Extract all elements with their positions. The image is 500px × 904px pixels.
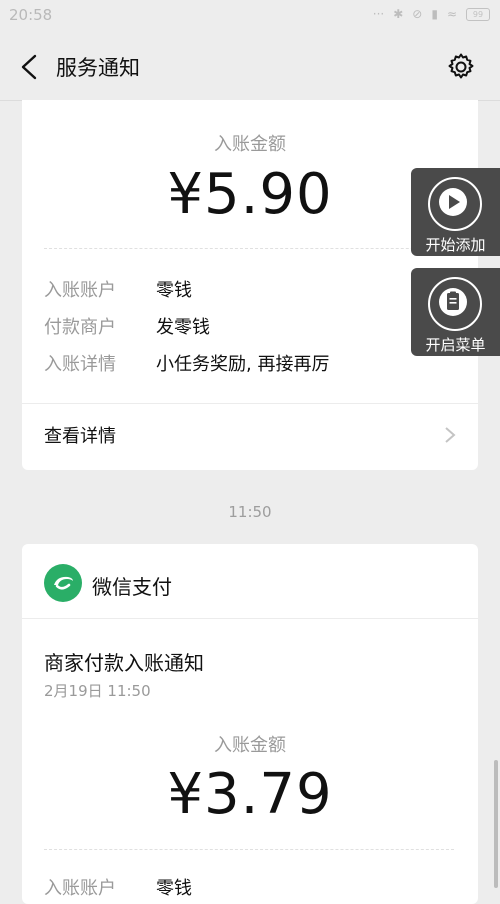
amount-label: 入账金额	[214, 134, 286, 155]
payment-card-1: 入账金额 ¥5.90 入账账户 零钱 付款商户 发零钱 入账详情 小任务奖励, 再接再…	[22, 100, 478, 470]
row-key: 入账账户	[44, 280, 116, 301]
amount-label: 入账金额	[214, 735, 286, 756]
nav-bar: 服务通知	[0, 34, 500, 101]
row-key: 入账账户	[44, 878, 116, 899]
amount-value: ¥3.79	[167, 762, 333, 827]
chevron-right-icon	[445, 427, 456, 443]
wechat-pay-icon	[44, 564, 82, 602]
settings-button[interactable]	[446, 52, 476, 82]
status-time: 20:58	[9, 6, 53, 24]
notification-title: 商家付款入账通知	[44, 651, 204, 675]
open-menu-label: 开启菜单	[425, 336, 486, 354]
info-row-merchant: 付款商户 发零钱	[44, 313, 210, 339]
status-icons: ··· ✱ ⊘ ▮ ≈ 99	[373, 7, 490, 21]
row-value: 零钱	[156, 878, 192, 899]
signal-icon: ▮	[431, 7, 438, 21]
start-add-label: 开始添加	[425, 236, 486, 254]
wifi-icon: ≈	[446, 7, 457, 21]
row-value: 零钱	[156, 280, 192, 301]
payment-card-2[interactable]: 微信支付 商家付款入账通知 2月19日 11:50 入账金额 ¥3.79 入账账…	[22, 544, 478, 904]
play-icon	[428, 177, 482, 231]
scrollbar[interactable]	[494, 760, 498, 888]
back-button[interactable]	[18, 54, 42, 80]
message-timestamp: 11:50	[228, 503, 272, 521]
notification-date: 2月19日 11:50	[44, 682, 151, 700]
divider	[22, 618, 478, 619]
dots-icon: ···	[372, 7, 385, 21]
pay-service-name: 微信支付	[92, 575, 172, 599]
row-key: 入账详情	[44, 354, 116, 375]
open-menu-button[interactable]: 开启菜单	[411, 268, 500, 356]
clipboard-icon	[428, 277, 482, 331]
dashed-divider	[44, 248, 454, 249]
info-row-account: 入账账户 零钱	[44, 874, 192, 900]
info-row-detail: 入账详情 小任务奖励, 再接再厉	[44, 350, 329, 376]
battery-icon: 99	[466, 7, 490, 21]
status-bar: 20:58 ··· ✱ ⊘ ▮ ≈ 99	[0, 0, 500, 34]
row-value: 小任务奖励, 再接再厉	[156, 354, 330, 375]
bluetooth-icon: ✱	[393, 7, 404, 21]
row-key: 付款商户	[44, 317, 116, 338]
amount-value: ¥5.90	[167, 162, 333, 227]
mute-icon: ⊘	[412, 7, 423, 21]
view-details-link[interactable]: 查看详情	[22, 404, 478, 470]
dashed-divider	[44, 849, 454, 850]
page-title: 服务通知	[56, 56, 140, 80]
info-row-account: 入账账户 零钱	[44, 276, 192, 302]
start-add-button[interactable]: 开始添加	[411, 168, 500, 256]
row-value: 发零钱	[156, 317, 210, 338]
view-details-label: 查看详情	[44, 426, 116, 447]
